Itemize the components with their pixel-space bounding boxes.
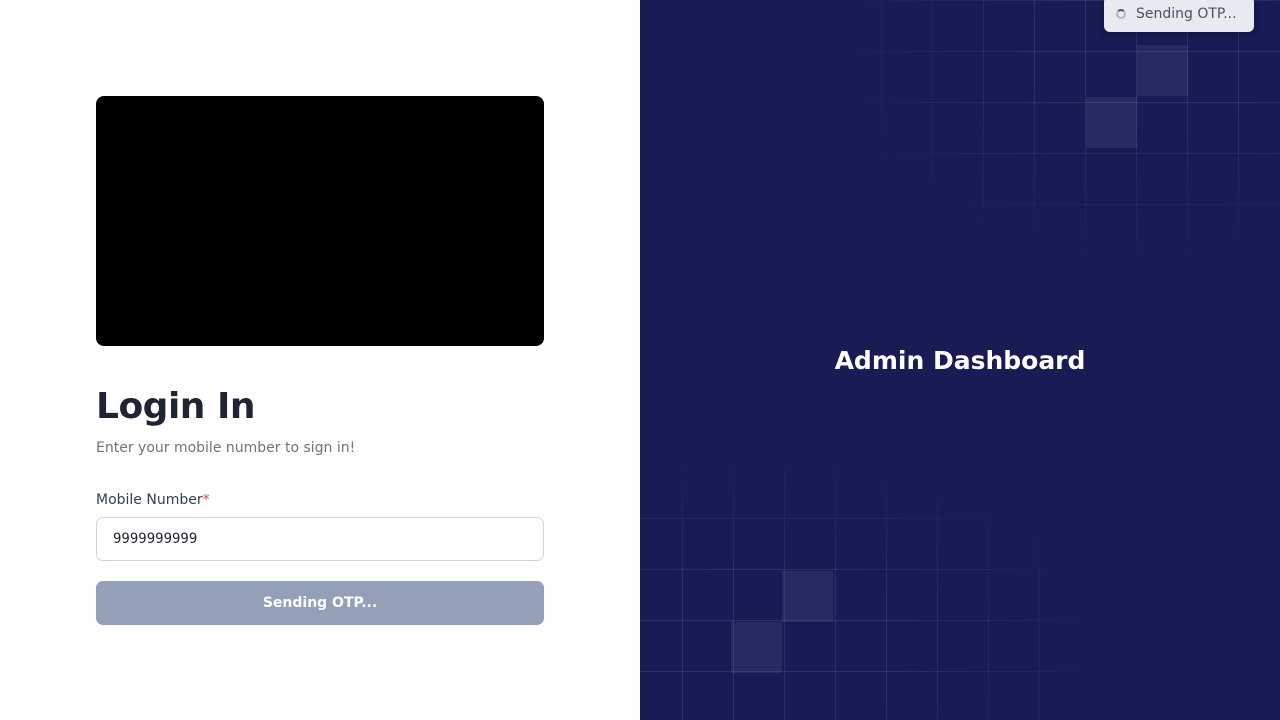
- grid-highlight-cell: [1137, 45, 1188, 96]
- panel-title: Admin Dashboard: [834, 346, 1086, 375]
- mobile-number-label: Mobile Number*: [96, 492, 210, 508]
- mobile-number-label-text: Mobile Number: [96, 492, 203, 508]
- send-otp-button[interactable]: Sending OTP...: [96, 581, 544, 625]
- grid-highlight-cell: [731, 622, 782, 673]
- grid-pattern-bottom: [640, 466, 1090, 720]
- mobile-number-input[interactable]: [96, 517, 544, 561]
- grid-highlight-cell: [782, 571, 833, 622]
- page-title: Login In: [96, 386, 255, 427]
- hero-media: [96, 96, 544, 346]
- grid-highlight-cell: [1086, 97, 1137, 148]
- loading-toast: Sending OTP...: [1104, 0, 1254, 32]
- spinner-icon: [1116, 9, 1126, 19]
- grid-pattern-top: [830, 0, 1280, 260]
- required-asterisk: *: [202, 492, 210, 508]
- login-pane: Login In Enter your mobile number to sig…: [0, 0, 640, 720]
- page-subtitle: Enter your mobile number to sign in!: [96, 440, 356, 456]
- toast-message: Sending OTP...: [1136, 6, 1237, 22]
- branding-panel: Admin Dashboard: [640, 0, 1280, 720]
